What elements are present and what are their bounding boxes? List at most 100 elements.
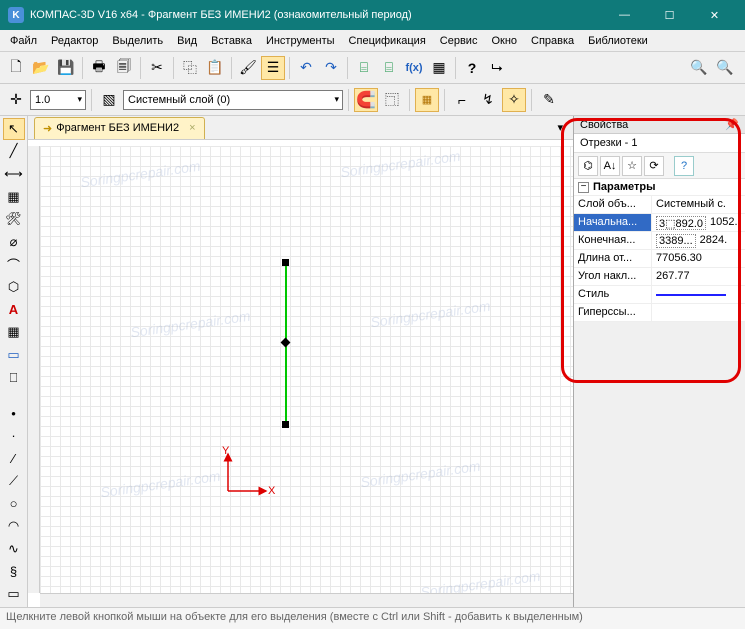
property-row[interactable]: Стиль xyxy=(574,286,745,304)
autoaxis-button[interactable]: ✧ xyxy=(502,88,526,112)
tool-view[interactable]: ▭ xyxy=(3,344,25,366)
save-button[interactable]: 💾 xyxy=(54,56,78,80)
round-button[interactable]: ↯ xyxy=(476,88,500,112)
doc-tab-close[interactable]: × xyxy=(189,122,195,134)
prop-btn-favorite[interactable]: ☆ xyxy=(622,156,642,176)
handle-mid[interactable] xyxy=(281,338,291,348)
magnet-button[interactable]: 🧲 xyxy=(354,88,378,112)
tool-edit[interactable]: 🛠 xyxy=(3,209,25,231)
fit-button[interactable]: ⿹ xyxy=(380,88,404,112)
menu-instruments[interactable]: Инструменты xyxy=(260,33,341,49)
menu-libraries[interactable]: Библиотеки xyxy=(582,33,654,49)
property-value[interactable]: 77056.30 xyxy=(652,250,745,267)
zoom-fit-button[interactable]: 🔍 xyxy=(713,56,737,80)
cut-button[interactable]: ✂ xyxy=(145,56,169,80)
prop-btn-refresh[interactable]: ⟳ xyxy=(644,156,664,176)
menu-view[interactable]: Вид xyxy=(171,33,203,49)
minimize-button[interactable]: — xyxy=(602,0,647,30)
property-row[interactable]: Слой объ...Системный с. xyxy=(574,196,745,214)
property-row[interactable]: Длина от...77056.30 xyxy=(574,250,745,268)
prop-btn-help[interactable]: ? xyxy=(674,156,694,176)
preview-button[interactable]: 🗐 xyxy=(112,56,136,80)
property-value[interactable]: 3⬚892.01052. xyxy=(652,214,745,231)
prop-group-header[interactable]: − Параметры xyxy=(574,179,745,196)
menu-editor[interactable]: Редактор xyxy=(45,33,104,49)
menu-select[interactable]: Выделить xyxy=(106,33,169,49)
property-value[interactable]: Системный с. xyxy=(652,196,745,213)
property-value[interactable]: 267.77 xyxy=(652,268,745,285)
paste-button[interactable]: 📋 xyxy=(203,56,227,80)
property-row[interactable]: Угол накл...267.77 xyxy=(574,268,745,286)
grid-button[interactable]: ▦ xyxy=(415,88,439,112)
new-doc-button[interactable]: 🗋 xyxy=(4,56,28,80)
open-button[interactable]: 📂 xyxy=(29,56,53,80)
ruler-horizontal[interactable] xyxy=(40,593,573,607)
tab-menu[interactable]: ▾ xyxy=(553,121,567,134)
tool-designations[interactable]: ⟷ xyxy=(3,163,25,185)
tool-circle[interactable]: ○ xyxy=(3,493,25,515)
tool-point[interactable]: • xyxy=(3,402,25,424)
variables-button[interactable]: ▦ xyxy=(427,56,451,80)
tool-bezier[interactable]: § xyxy=(3,561,25,583)
menu-file[interactable]: Файл xyxy=(4,33,43,49)
library1-button[interactable]: ⌸ xyxy=(352,56,376,80)
print-button[interactable]: 🖶 xyxy=(87,56,111,80)
properties-titlebar[interactable]: Свойства 📌 xyxy=(574,116,745,134)
copy-button[interactable]: ⿻ xyxy=(178,56,202,80)
menu-help[interactable]: Справка xyxy=(525,33,580,49)
tool-rect[interactable]: ▭ xyxy=(3,583,25,605)
tool-segment2[interactable]: ⟋ xyxy=(3,470,25,492)
menu-insert[interactable]: Вставка xyxy=(205,33,258,49)
doc-tab-active[interactable]: ➜ Фрагмент БЕЗ ИМЕНИ2 × xyxy=(34,117,205,139)
tool-segment[interactable]: ∕ xyxy=(3,448,25,470)
tool-dimensions[interactable]: ╱ xyxy=(3,141,25,163)
property-value[interactable]: 3389...2824. xyxy=(652,232,745,249)
ortho-button[interactable]: ⌐ xyxy=(450,88,474,112)
properties-button[interactable]: ☰ xyxy=(261,56,285,80)
zoom-in-button[interactable]: 🔍 xyxy=(687,56,711,80)
tool-spline[interactable]: ∿ xyxy=(3,538,25,560)
property-row[interactable]: Гиперссы... xyxy=(574,304,745,322)
library2-button[interactable]: ⌸ xyxy=(377,56,401,80)
snap-button[interactable]: ✛ xyxy=(4,88,28,112)
tool-text[interactable]: А xyxy=(3,299,25,321)
pen-button[interactable]: ✎ xyxy=(537,88,561,112)
fx-button[interactable]: f(x) xyxy=(402,56,426,80)
layer-combo[interactable]: Системный слой (0) xyxy=(123,90,343,110)
handle-start[interactable] xyxy=(282,259,289,266)
tool-table[interactable]: ▦ xyxy=(3,322,25,344)
tool-arc[interactable]: ◠ xyxy=(3,515,25,537)
collapse-icon[interactable]: − xyxy=(578,182,589,193)
prop-btn-categorized[interactable]: ⌬ xyxy=(578,156,598,176)
layers-icon[interactable]: ▧ xyxy=(97,88,121,112)
property-key: Начальна... xyxy=(574,214,652,231)
pin-icon[interactable]: 📌 xyxy=(725,118,739,131)
property-row[interactable]: Начальна...3⬚892.01052. xyxy=(574,214,745,232)
tool-auxline[interactable]: · xyxy=(3,425,25,447)
property-value[interactable] xyxy=(652,304,745,321)
help-button[interactable]: ? xyxy=(460,56,484,80)
drawing-canvas[interactable]: X Y Soringpcrepair.com Soringpcrepair.co… xyxy=(40,146,573,607)
ruler-vertical[interactable] xyxy=(28,146,40,593)
close-button[interactable]: ✕ xyxy=(692,0,737,30)
prop-btn-alpha[interactable]: A↓ xyxy=(600,156,620,176)
tool-hatch[interactable]: ▦ xyxy=(3,186,25,208)
whatsthis-button[interactable]: ⮡ xyxy=(485,56,509,80)
tool-select[interactable]: ⬡ xyxy=(3,276,25,298)
property-value[interactable] xyxy=(652,286,745,303)
window-buttons: — ☐ ✕ xyxy=(602,0,737,30)
brush-button[interactable]: 🖌 xyxy=(236,56,260,80)
undo-button[interactable]: ↶ xyxy=(294,56,318,80)
menu-window[interactable]: Окно xyxy=(485,33,523,49)
maximize-button[interactable]: ☐ xyxy=(647,0,692,30)
tool-geometry[interactable]: ↖ xyxy=(3,118,25,140)
property-row[interactable]: Конечная...3389...2824. xyxy=(574,232,745,250)
tool-parametric[interactable]: ⌀ xyxy=(3,231,25,253)
tool-report[interactable]: ⎕ xyxy=(3,367,25,389)
tool-measure[interactable]: ⌒ xyxy=(3,254,25,276)
scale-combo[interactable]: 1.0 xyxy=(30,90,86,110)
handle-end[interactable] xyxy=(282,421,289,428)
menu-spec[interactable]: Спецификация xyxy=(343,33,432,49)
menu-service[interactable]: Сервис xyxy=(434,33,484,49)
redo-button[interactable]: ↷ xyxy=(319,56,343,80)
